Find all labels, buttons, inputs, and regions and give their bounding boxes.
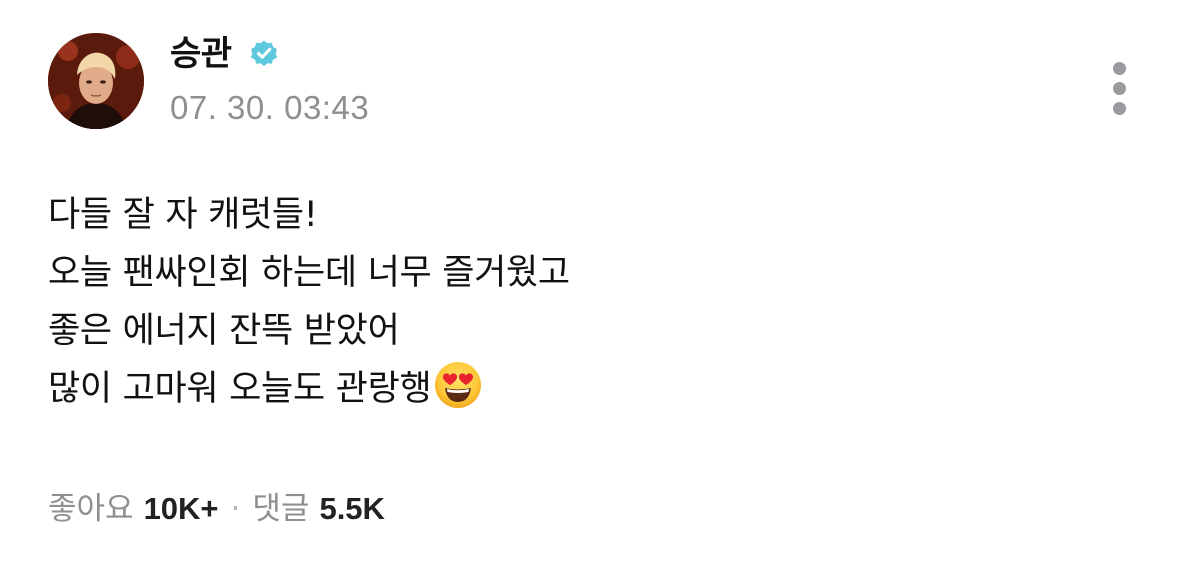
post-stats: 좋아요 10K+ · 댓글 5.5K: [48, 487, 385, 531]
comments-label[interactable]: 댓글: [252, 491, 309, 527]
post-card: 승관 07. 30. 03:43 다들 잘 자 캐럿들! 오늘 팬싸인회 하는데…: [0, 0, 1179, 561]
post-content-line: 많이 고마워 오늘도 관랑행: [48, 369, 432, 409]
post-content-line-with-emoji: 많이 고마워 오늘도 관랑행: [48, 360, 1128, 418]
post-content-line: 다들 잘 자 캐럿들!: [48, 195, 318, 235]
author-avatar[interactable]: [48, 33, 144, 129]
post-timestamp: 07. 30. 03:43: [170, 89, 370, 126]
author-name[interactable]: 승관: [170, 34, 232, 74]
post-content: 다들 잘 자 캐럿들! 오늘 팬싸인회 하는데 너무 즐거웠고 좋은 에너지 잔…: [48, 186, 1128, 418]
likes-label[interactable]: 좋아요: [48, 491, 134, 527]
likes-count[interactable]: 10K+: [144, 491, 219, 526]
post-content-line: 오늘 팬싸인회 하는데 너무 즐거웠고: [48, 253, 570, 293]
more-options-icon[interactable]: [1100, 56, 1140, 120]
verified-badge-icon: [251, 40, 277, 67]
heart-eyes-emoji-icon: [435, 362, 482, 408]
comments-count[interactable]: 5.5K: [319, 491, 384, 526]
post-content-line: 좋은 에너지 잔뜩 받았어: [48, 311, 400, 351]
stats-separator: ·: [230, 491, 241, 527]
